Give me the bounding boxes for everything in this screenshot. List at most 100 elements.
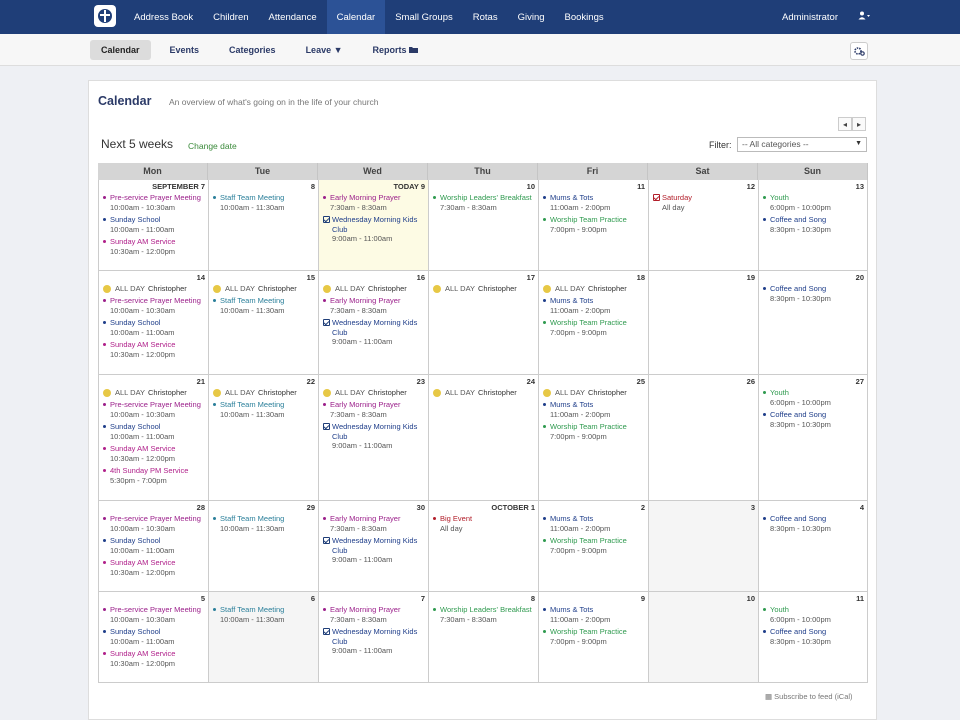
- all-day-leave-item[interactable]: ALL DAY Christopher: [543, 284, 645, 293]
- all-day-leave-item[interactable]: ALL DAY Christopher: [543, 388, 645, 397]
- all-day-leave-item[interactable]: ALL DAY Christopher: [323, 388, 425, 397]
- nav-item-calendar[interactable]: Calendar: [326, 0, 386, 34]
- calendar-day-cell[interactable]: 16 ALL DAY Christopher Early Morning Prayer…: [318, 271, 428, 374]
- calendar-event[interactable]: Worship Team Practice 7:00pm - 9:00pm: [543, 215, 645, 234]
- calendar-event[interactable]: Sunday AM Service 10:30am - 12:00pm: [103, 340, 205, 359]
- calendar-event[interactable]: Pre-service Prayer Meeting 10:00am - 10:3…: [103, 400, 205, 419]
- calendar-day-cell[interactable]: 8 Worship Leaders' Breakfast 7:30am - 8:30…: [428, 592, 538, 682]
- subnav-item-events[interactable]: Events: [159, 40, 211, 60]
- calendar-day-cell[interactable]: 5 Pre-service Prayer Meeting 10:00am - 10:…: [98, 592, 208, 682]
- nav-item-bookings[interactable]: Bookings: [555, 0, 614, 34]
- calendar-day-cell[interactable]: OCTOBER 1 Big Event All day: [428, 501, 538, 591]
- calendar-day-cell[interactable]: 13 Youth 6:00pm - 10:00pm Coffee and Song 8:…: [758, 180, 868, 270]
- calendar-event[interactable]: Sunday AM Service 10:30am - 12:00pm: [103, 649, 205, 668]
- all-day-leave-item[interactable]: ALL DAY Christopher: [103, 388, 205, 397]
- calendar-event[interactable]: Coffee and Song 8:30pm - 10:30pm: [763, 284, 864, 303]
- calendar-day-cell[interactable]: 7 Early Morning Prayer 7:30am - 8:30am Wedn…: [318, 592, 428, 682]
- calendar-day-cell[interactable]: 6 Staff Team Meeting 10:00am - 11:30am: [208, 592, 318, 682]
- calendar-event[interactable]: Coffee and Song 8:30pm - 10:30pm: [763, 514, 864, 533]
- calendar-day-cell[interactable]: TODAY 9 Early Morning Prayer 7:30am - 8:30…: [318, 180, 428, 270]
- calendar-event[interactable]: Wednesday Morning Kids Club 9:00am - 11:0…: [323, 627, 425, 656]
- calendar-day-cell[interactable]: 2 Mums & Tots 11:00am - 2:00pm Worship Team…: [538, 501, 648, 591]
- calendar-event[interactable]: Worship Team Practice 7:00pm - 9:00pm: [543, 422, 645, 441]
- calendar-day-cell[interactable]: 20 Coffee and Song 8:30pm - 10:30pm: [758, 271, 868, 374]
- all-day-leave-item[interactable]: ALL DAY Christopher: [433, 388, 535, 397]
- calendar-event[interactable]: Pre-service Prayer Meeting 10:00am - 10:3…: [103, 514, 205, 533]
- calendar-event[interactable]: Big Event All day: [433, 514, 535, 533]
- all-day-leave-item[interactable]: ALL DAY Christopher: [323, 284, 425, 293]
- calendar-event[interactable]: Mums & Tots 11:00am - 2:00pm: [543, 514, 645, 533]
- calendar-day-cell[interactable]: 17 ALL DAY Christopher: [428, 271, 538, 374]
- subnav-item-leave[interactable]: Leave ▼: [295, 40, 354, 60]
- calendar-event[interactable]: Mums & Tots 11:00am - 2:00pm: [543, 193, 645, 212]
- calendar-event[interactable]: Early Morning Prayer 7:30am - 8:30am: [323, 296, 425, 315]
- calendar-event[interactable]: Sunday School 10:00am - 11:00am: [103, 215, 205, 234]
- nav-item-giving[interactable]: Giving: [508, 0, 555, 34]
- calendar-day-cell[interactable]: 14 ALL DAY Christopher Pre-service Prayer M…: [98, 271, 208, 374]
- calendar-event[interactable]: Sunday AM Service 10:30am - 12:00pm: [103, 237, 205, 256]
- calendar-day-cell[interactable]: 22 ALL DAY Christopher Staff Team Meeting 10…: [208, 375, 318, 500]
- calendar-day-cell[interactable]: 21 ALL DAY Christopher Pre-service Prayer M…: [98, 375, 208, 500]
- calendar-event[interactable]: Wednesday Morning Kids Club 9:00am - 11:0…: [323, 536, 425, 565]
- calendar-day-cell[interactable]: 10: [648, 592, 758, 682]
- calendar-event[interactable]: Staff Team Meeting 10:00am - 11:30am: [213, 605, 315, 624]
- calendar-event[interactable]: Staff Team Meeting 10:00am - 11:30am: [213, 514, 315, 533]
- calendar-event[interactable]: Sunday AM Service 10:30am - 12:00pm: [103, 558, 205, 577]
- subnav-item-calendar[interactable]: Calendar: [90, 39, 151, 60]
- calendar-event[interactable]: Coffee and Song 8:30pm - 10:30pm: [763, 410, 864, 429]
- calendar-day-cell[interactable]: 15 ALL DAY Christopher Staff Team Meeting 10…: [208, 271, 318, 374]
- subnav-item-categories[interactable]: Categories: [218, 40, 287, 60]
- all-day-leave-item[interactable]: ALL DAY Christopher: [103, 284, 205, 293]
- calendar-event[interactable]: Wednesday Morning Kids Club 9:00am - 11:0…: [323, 215, 425, 244]
- calendar-day-cell[interactable]: 3: [648, 501, 758, 591]
- all-day-leave-item[interactable]: ALL DAY Christopher: [213, 388, 315, 397]
- calendar-day-cell[interactable]: 11 Youth 6:00pm - 10:00pm Coffee and Song 8:…: [758, 592, 868, 682]
- user-menu-icon[interactable]: [858, 11, 870, 23]
- calendar-event[interactable]: Coffee and Song 8:30pm - 10:30pm: [763, 215, 864, 234]
- calendar-event[interactable]: Sunday School 10:00am - 11:00am: [103, 627, 205, 646]
- calendar-event[interactable]: Pre-service Prayer Meeting 10:00am - 10:3…: [103, 296, 205, 315]
- calendar-day-cell[interactable]: 11 Mums & Tots 11:00am - 2:00pm Worship Tea…: [538, 180, 648, 270]
- calendar-event[interactable]: Saturday All day: [653, 193, 755, 212]
- calendar-event[interactable]: Youth 6:00pm - 10:00pm: [763, 388, 864, 407]
- calendar-event[interactable]: Pre-service Prayer Meeting 10:00am - 10:3…: [103, 193, 205, 212]
- church-logo-icon[interactable]: [94, 5, 116, 27]
- all-day-leave-item[interactable]: ALL DAY Christopher: [433, 284, 535, 293]
- calendar-event[interactable]: Staff Team Meeting 10:00am - 11:30am: [213, 296, 315, 315]
- calendar-day-cell[interactable]: 12 Saturday All day: [648, 180, 758, 270]
- user-name-link[interactable]: Administrator: [782, 12, 838, 23]
- prev-arrow-icon[interactable]: ◂: [838, 117, 852, 131]
- calendar-event[interactable]: Sunday AM Service 10:30am - 12:00pm: [103, 444, 205, 463]
- nav-item-attendance[interactable]: Attendance: [259, 0, 327, 34]
- settings-gear-button[interactable]: [850, 42, 868, 60]
- calendar-day-cell[interactable]: 23 ALL DAY Christopher Early Morning Prayer…: [318, 375, 428, 500]
- calendar-event[interactable]: Mums & Tots 11:00am - 2:00pm: [543, 296, 645, 315]
- calendar-event[interactable]: Sunday School 10:00am - 11:00am: [103, 422, 205, 441]
- calendar-event[interactable]: Youth 6:00pm - 10:00pm: [763, 605, 864, 624]
- calendar-event[interactable]: Worship Team Practice 7:00pm - 9:00pm: [543, 536, 645, 555]
- calendar-event[interactable]: Staff Team Meeting 10:00am - 11:30am: [213, 193, 315, 212]
- calendar-event[interactable]: Early Morning Prayer 7:30am - 8:30am: [323, 605, 425, 624]
- calendar-event[interactable]: 4th Sunday PM Service 5:30pm - 7:00pm: [103, 466, 205, 485]
- calendar-event[interactable]: Early Morning Prayer 7:30am - 8:30am: [323, 400, 425, 419]
- calendar-day-cell[interactable]: 24 ALL DAY Christopher: [428, 375, 538, 500]
- calendar-event[interactable]: Sunday School 10:00am - 11:00am: [103, 536, 205, 555]
- calendar-event[interactable]: Wednesday Morning Kids Club 9:00am - 11:0…: [323, 318, 425, 347]
- calendar-day-cell[interactable]: 4 Coffee and Song 8:30pm - 10:30pm: [758, 501, 868, 591]
- nav-item-small-groups[interactable]: Small Groups: [385, 0, 463, 34]
- calendar-day-cell[interactable]: 18 ALL DAY Christopher Mums & Tots 11:00am -…: [538, 271, 648, 374]
- calendar-event[interactable]: Sunday School 10:00am - 11:00am: [103, 318, 205, 337]
- calendar-day-cell[interactable]: 26: [648, 375, 758, 500]
- all-day-leave-item[interactable]: ALL DAY Christopher: [213, 284, 315, 293]
- calendar-day-cell[interactable]: 19: [648, 271, 758, 374]
- category-filter-select[interactable]: -- All categories -- ▼: [737, 137, 867, 152]
- calendar-day-cell[interactable]: 8 Staff Team Meeting 10:00am - 11:30am: [208, 180, 318, 270]
- calendar-event[interactable]: Mums & Tots 11:00am - 2:00pm: [543, 605, 645, 624]
- calendar-day-cell[interactable]: 29 Staff Team Meeting 10:00am - 11:30am: [208, 501, 318, 591]
- calendar-event[interactable]: Wednesday Morning Kids Club 9:00am - 11:0…: [323, 422, 425, 451]
- ical-feed-link[interactable]: ▦ Subscribe to feed (iCal): [765, 692, 853, 701]
- change-date-link[interactable]: Change date: [188, 141, 237, 151]
- calendar-event[interactable]: Mums & Tots 11:00am - 2:00pm: [543, 400, 645, 419]
- calendar-event[interactable]: Worship Leaders' Breakfast 7:30am - 8:30a…: [433, 605, 535, 624]
- nav-item-rotas[interactable]: Rotas: [463, 0, 508, 34]
